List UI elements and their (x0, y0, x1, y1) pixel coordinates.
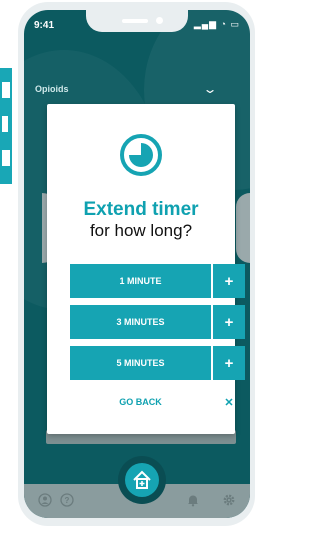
phone-screen: 9:41 ▂▄▆ ◔ ▭ Opioids ⌄ Extend timer for … (24, 10, 250, 518)
modal-title: Extend timer (83, 199, 199, 220)
gear-icon[interactable] (222, 493, 236, 507)
panel-mark (2, 82, 10, 98)
option-3-minutes-button[interactable]: 3 MINUTES (70, 305, 211, 339)
help-icon[interactable]: ? (60, 493, 74, 507)
bell-icon[interactable] (186, 493, 200, 507)
panel-mark (2, 150, 10, 166)
background-ring (236, 193, 250, 263)
extend-timer-modal: Extend timer for how long? 1 MINUTE + 3 … (47, 104, 245, 434)
plus-icon[interactable]: + (213, 264, 245, 298)
modal-subtitle: for how long? (89, 221, 193, 240)
speaker (122, 19, 148, 23)
camera (156, 17, 163, 24)
home-icon (133, 470, 151, 489)
status-icons: ▂▄▆ ◔ ▭ (193, 19, 240, 29)
status-time: 9:41 (34, 20, 55, 31)
clock-icon (120, 134, 162, 176)
plus-icon[interactable]: + (213, 305, 245, 339)
chevron-down-icon[interactable]: ⌄ (202, 82, 217, 96)
option-5-minutes-button[interactable]: 5 MINUTES (70, 346, 211, 380)
home-button[interactable] (125, 463, 159, 497)
option-1-minute-button[interactable]: 1 MINUTE (70, 264, 211, 298)
profile-icon[interactable] (38, 493, 52, 507)
panel-mark (2, 116, 8, 132)
phone-notch (86, 10, 188, 32)
category-title: Opioids (35, 84, 69, 94)
plus-icon[interactable]: + (213, 346, 245, 380)
background-panel (0, 68, 12, 184)
close-icon[interactable]: ✕ (213, 388, 245, 416)
svg-text:?: ? (65, 496, 70, 505)
go-back-button[interactable]: GO BACK (70, 388, 211, 416)
